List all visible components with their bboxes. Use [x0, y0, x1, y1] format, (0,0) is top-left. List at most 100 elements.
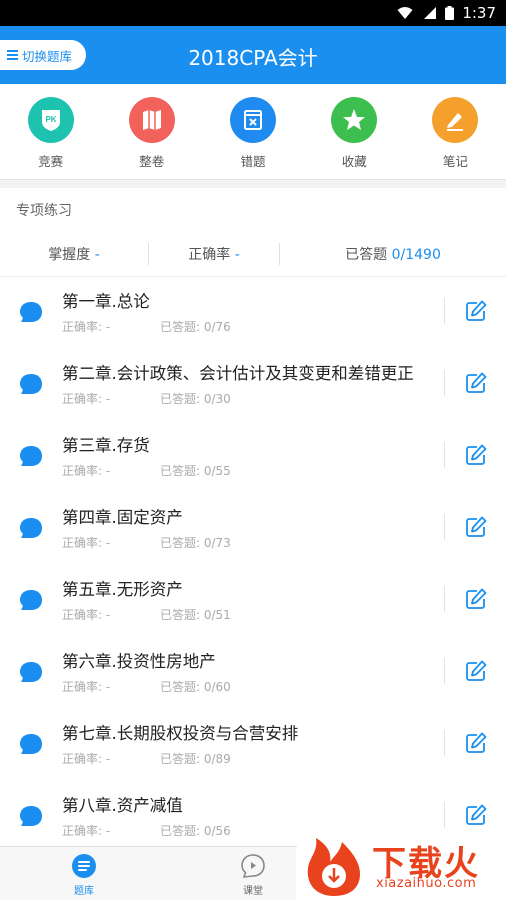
chapter-title: 第一章.总论 — [62, 292, 150, 311]
battery-icon — [445, 6, 455, 20]
chapter-title: 第三章.存货 — [62, 436, 150, 455]
chapter-row[interactable]: 第六章.投资性房地产 正确率: - 已答题: 0/60 — [0, 636, 506, 708]
chapter-title: 第八章.资产减值 — [62, 796, 183, 815]
edit-icon[interactable] — [464, 731, 488, 755]
nav-question-bank[interactable]: 题库 — [54, 853, 114, 897]
chapter-row[interactable]: 第二章.会计政策、会计估计及其变更和差错更正 正确率: - 已答题: 0/30 — [0, 348, 506, 420]
edit-icon[interactable] — [464, 587, 488, 611]
edit-icon[interactable] — [464, 803, 488, 827]
chapter-dot-icon — [20, 662, 42, 682]
chapter-dot-icon — [20, 734, 42, 754]
nav-label: 课堂 — [243, 886, 263, 897]
chapter-row[interactable]: 第五章.无形资产 正确率: - 已答题: 0/51 — [0, 564, 506, 636]
chapter-accuracy: 正确率: - — [62, 536, 111, 550]
wrong-book-icon — [230, 97, 276, 143]
chapter-answered: 已答题: 0/51 — [160, 608, 231, 622]
stats-bar: 掌握度 - 正确率 - 已答题 0/1490 — [0, 236, 506, 272]
quick-action-label: 竞赛 — [38, 154, 64, 169]
chapter-dot-icon — [20, 302, 42, 322]
stat-value: - — [94, 247, 100, 263]
chapter-title: 第六章.投资性房地产 — [62, 652, 216, 671]
stat-label: 已答题 — [345, 247, 388, 263]
divider — [444, 514, 445, 540]
stat-mastery: 掌握度 - — [0, 244, 148, 264]
stat-value: - — [234, 247, 240, 263]
classroom-icon — [241, 854, 265, 878]
chapter-answered: 已答题: 0/76 — [160, 320, 231, 334]
watermark-url: xiazaihuo.com — [376, 876, 477, 891]
chapter-accuracy: 正确率: - — [62, 392, 111, 406]
stat-answered: 已答题 0/1490 — [280, 244, 506, 264]
wifi-icon — [397, 7, 413, 19]
svg-text:PK: PK — [45, 115, 56, 124]
quick-action-full-paper[interactable]: 整卷 — [101, 84, 202, 179]
section-title: 专项练习 — [16, 203, 72, 219]
chapter-dot-icon — [20, 446, 42, 466]
section-divider — [0, 180, 506, 188]
chapter-row[interactable]: 第四章.固定资产 正确率: - 已答题: 0/73 — [0, 492, 506, 564]
chapter-dot-icon — [20, 374, 42, 394]
quick-action-label: 错题 — [240, 154, 266, 169]
chapter-meta: 正确率: - 已答题: 0/89 — [62, 750, 231, 767]
stat-label: 掌握度 — [48, 247, 91, 263]
pk-icon: PK — [27, 97, 74, 143]
chapter-answered: 已答题: 0/89 — [160, 752, 231, 766]
chapter-title: 第五章.无形资产 — [62, 580, 183, 599]
star-icon — [331, 97, 378, 143]
watermark: 下载火 xiazaihuo.com — [296, 830, 506, 900]
quick-action-wrong-questions[interactable]: 错题 — [202, 84, 303, 179]
page-title: 2018CPA会计 — [188, 46, 318, 70]
chapter-meta: 正确率: - 已答题: 0/56 — [62, 822, 231, 839]
edit-icon[interactable] — [464, 515, 488, 539]
stat-value: 0/1490 — [391, 247, 441, 263]
divider — [444, 298, 445, 324]
chapter-list: 第一章.总论 正确率: - 已答题: 0/76 第二章.会计政策、会计估计及其变… — [0, 276, 506, 852]
edit-icon[interactable] — [464, 299, 488, 323]
status-time: 1:37 — [462, 4, 496, 22]
chapter-row[interactable]: 第一章.总论 正确率: - 已答题: 0/76 — [0, 276, 506, 348]
signal-icon — [424, 7, 437, 19]
app-screen: 1:37 切换题库 2018CPA会计 PK 竞赛 整卷 错题 收藏 笔记 专项… — [0, 0, 506, 900]
quick-action-label: 收藏 — [341, 154, 367, 169]
nav-classroom[interactable]: 课堂 — [223, 853, 283, 897]
divider — [444, 586, 445, 612]
app-bar: 切换题库 2018CPA会计 — [0, 26, 506, 84]
quick-action-notes[interactable]: 笔记 — [405, 84, 506, 179]
chapter-accuracy: 正确率: - — [62, 608, 111, 622]
stat-accuracy: 正确率 - — [149, 244, 279, 264]
chapter-accuracy: 正确率: - — [62, 824, 111, 838]
quick-action-favorites[interactable]: 收藏 — [304, 84, 405, 179]
divider — [444, 802, 445, 828]
divider — [444, 370, 445, 396]
quick-action-label: 整卷 — [139, 154, 165, 169]
chapter-meta: 正确率: - 已答题: 0/51 — [62, 606, 231, 623]
chapter-title: 第七章.长期股权投资与合营安排 — [62, 724, 299, 743]
quick-actions: PK 竞赛 整卷 错题 收藏 笔记 — [0, 84, 506, 180]
pencil-icon — [432, 97, 479, 143]
chapter-accuracy: 正确率: - — [62, 320, 111, 334]
chapter-title: 第四章.固定资产 — [62, 508, 183, 527]
chapter-row[interactable]: 第三章.存货 正确率: - 已答题: 0/55 — [0, 420, 506, 492]
chapter-accuracy: 正确率: - — [62, 752, 111, 766]
chapter-answered: 已答题: 0/73 — [160, 536, 231, 550]
chapter-row[interactable]: 第七章.长期股权投资与合营安排 正确率: - 已答题: 0/89 — [0, 708, 506, 780]
chapter-title: 第二章.会计政策、会计估计及其变更和差错更正 — [62, 364, 414, 383]
chapter-meta: 正确率: - 已答题: 0/30 — [62, 390, 231, 407]
divider — [444, 658, 445, 684]
chapter-dot-icon — [20, 590, 42, 610]
map-icon — [128, 97, 175, 143]
quick-action-competition[interactable]: PK 竞赛 — [0, 84, 101, 179]
edit-icon[interactable] — [464, 371, 488, 395]
status-bar: 1:37 — [0, 0, 506, 26]
stat-label: 正确率 — [188, 247, 231, 263]
chapter-dot-icon — [20, 806, 42, 826]
edit-icon[interactable] — [464, 659, 488, 683]
nav-label: 题库 — [74, 886, 94, 897]
question-bank-icon — [72, 854, 96, 878]
chapter-answered: 已答题: 0/55 — [160, 464, 231, 478]
chapter-accuracy: 正确率: - — [62, 680, 111, 694]
chapter-accuracy: 正确率: - — [62, 464, 111, 478]
edit-icon[interactable] — [464, 443, 488, 467]
flame-logo-icon — [307, 838, 360, 896]
chapter-meta: 正确率: - 已答题: 0/60 — [62, 678, 231, 695]
